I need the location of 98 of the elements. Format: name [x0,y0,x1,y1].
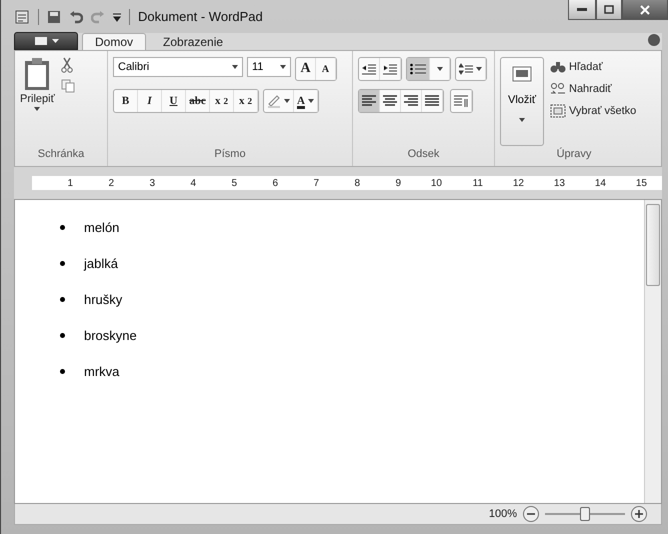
increase-indent-button[interactable] [380,58,401,80]
minimize-button[interactable] [568,0,596,20]
window-title: Dokument - WordPad [138,9,263,24]
format-button[interactable]: I [138,90,162,112]
bullet-list-icon [410,63,426,75]
ribbon-tab[interactable]: Zobrazenie [150,33,236,50]
paste-label[interactable]: Prilepiť [20,93,55,105]
paragraph-icon [454,94,468,108]
list-item-text: melón [84,220,120,235]
plus-icon [635,510,643,518]
ruler-number: 10 [430,178,442,188]
ribbon-tab[interactable]: Domov [82,33,146,50]
format-button[interactable]: abc [186,90,210,112]
align-button[interactable] [359,90,380,112]
caret-icon [34,107,40,111]
ruler-number: 9 [394,178,401,188]
caret-icon [284,99,290,103]
align-icon [383,95,397,107]
caret-icon [476,67,482,71]
align-button[interactable] [422,90,443,112]
caret-icon [52,39,58,43]
document-icon [34,36,48,46]
bullet-list-button[interactable] [407,58,430,80]
maximize-button[interactable] [596,0,622,20]
group-label: Úpravy [556,148,592,162]
app-menu-button[interactable] [14,32,78,50]
ruler-number: 3 [148,178,155,188]
bullet-icon [60,261,65,266]
edit-command[interactable]: Vybrať všetko [550,101,636,121]
shrink-font-button[interactable]: A [316,58,336,80]
ruler-number: 12 [512,178,524,188]
align-icon [404,95,418,107]
decrease-indent-button[interactable] [359,58,380,80]
align-button[interactable] [380,90,401,112]
font-size-field[interactable]: 11 [247,57,291,77]
clipboard-icon [23,57,52,91]
ruler-number: 6 [271,178,278,188]
caret-icon [519,118,525,122]
align-icon [362,95,376,107]
edit-command[interactable]: Nahradiť [550,79,636,99]
dropdown-icon[interactable] [113,12,121,22]
ruler-number: 8 [353,178,360,188]
list-item-text: jablká [84,256,118,271]
binoculars-icon [550,60,566,74]
ruler-number: 11 [472,178,483,188]
slider-thumb[interactable] [580,507,590,521]
list-item-text: mrkva [84,364,120,379]
pen-icon [267,94,281,108]
maximize-icon [604,5,614,14]
insert-button[interactable]: Vložiť [500,57,544,146]
ruler[interactable]: 1 2 3 4 5 6 7 8 9 10 11 12 13 14 15 [32,176,662,190]
caret-icon [308,99,314,103]
ruler-number: 14 [594,178,606,188]
zoom-out-button[interactable] [523,506,539,522]
align-button[interactable] [401,90,422,112]
zoom-in-button[interactable] [631,506,647,522]
group-label: Písmo [213,148,247,162]
caret-icon [280,65,286,69]
ruler-number: 5 [230,178,237,188]
format-button[interactable]: B [114,90,138,112]
scrollbar[interactable] [644,200,661,503]
ruler-number: 15 [634,178,647,188]
ruler-number: 4 [189,178,196,188]
minimize-icon [577,8,587,12]
close-button[interactable] [622,0,668,20]
grow-font-button[interactable]: A [296,58,316,80]
help-icon[interactable] [648,34,660,46]
scissors-icon[interactable] [60,57,73,73]
bullet-icon [60,225,65,230]
ruler-number: 13 [552,178,565,188]
select-all-icon [550,104,566,118]
zoom-level: 100% [488,508,517,520]
group-label: Schránka [36,148,86,162]
ruler-number: 7 [312,178,319,188]
indent-icon [383,63,397,75]
save-icon[interactable] [47,10,61,24]
line-spacing-icon [459,63,473,75]
ruler-number: 2 [107,178,114,188]
caret-icon [436,67,442,71]
close-icon [640,4,650,14]
document-icon [14,8,30,24]
edit-command[interactable]: Hľadať [550,57,636,77]
font-color-button[interactable]: A [294,90,318,112]
align-icon [425,95,439,107]
bullet-icon [60,369,65,374]
bullet-icon [60,333,65,338]
bullet-icon [60,297,65,302]
picture-icon [512,66,532,82]
group-label: Odsek [406,148,440,162]
list-item-text: hrušky [84,292,122,307]
font-family-field[interactable]: Calibri [113,57,243,77]
format-button[interactable]: U [162,90,186,112]
ruler-number: 1 [66,178,73,188]
caret-icon [232,65,238,69]
copy-icon[interactable] [60,79,75,93]
undo-icon[interactable] [69,10,83,24]
indent-icon [362,63,376,75]
list-item-text: broskyne [84,328,137,343]
